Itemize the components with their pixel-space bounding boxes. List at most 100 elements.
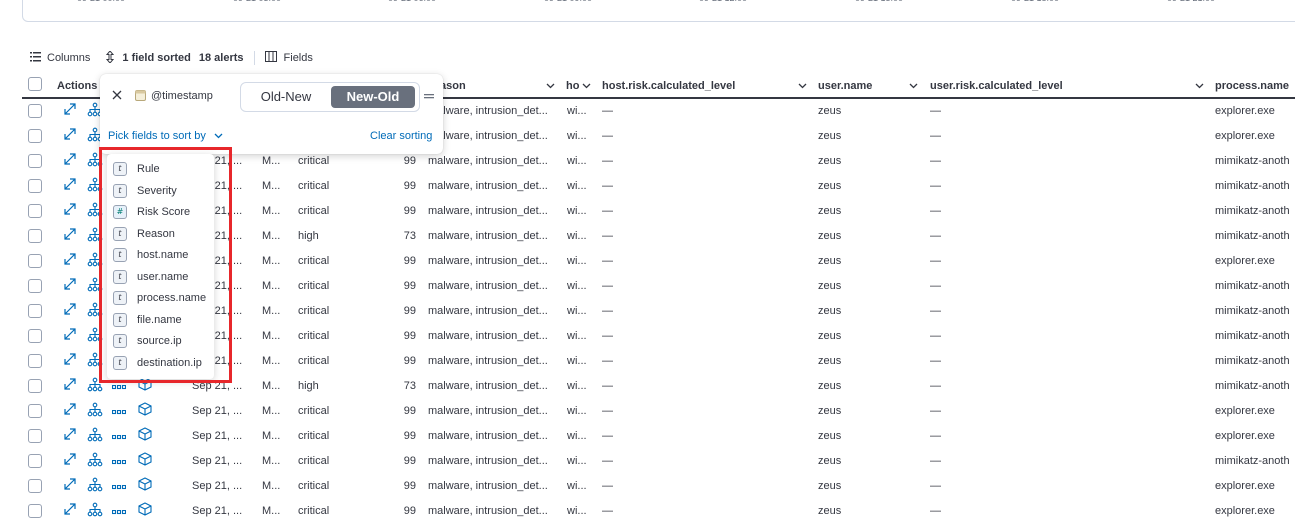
cell-user-name: zeus xyxy=(818,455,842,467)
expand-icon[interactable] xyxy=(63,177,79,193)
row-checkbox[interactable] xyxy=(28,104,42,118)
cell-user-risk: — xyxy=(930,155,941,167)
alerts-histogram-axis: 09-21 00:00 09-21 03:00 09-21 06:00 09-21 0… xyxy=(22,0,1295,22)
timeline-tick-label: 09-21 18:00 xyxy=(1005,0,1065,3)
cell-reason: malware, intrusion_det... xyxy=(428,305,548,317)
row-checkbox[interactable] xyxy=(28,379,42,393)
expand-icon[interactable] xyxy=(63,202,79,218)
pick-fields-button[interactable]: Pick fields to sort by xyxy=(108,130,223,142)
more-actions-icon[interactable] xyxy=(111,432,128,448)
more-actions-icon[interactable] xyxy=(111,382,128,398)
row-checkbox[interactable] xyxy=(28,279,42,293)
more-actions-icon[interactable] xyxy=(111,407,128,423)
row-checkbox[interactable] xyxy=(28,479,42,493)
header-label: user.name xyxy=(818,80,873,92)
column-header-user-risk[interactable]: user.risk.calculated_level xyxy=(930,76,1204,96)
session-view-icon[interactable] xyxy=(138,502,154,518)
analyze-event-icon[interactable] xyxy=(87,452,103,468)
expand-icon[interactable] xyxy=(63,477,79,493)
select-all-checkbox[interactable] xyxy=(28,77,42,91)
cell-host-name: wi... xyxy=(567,130,587,142)
analyze-event-icon[interactable] xyxy=(87,502,103,518)
expand-icon[interactable] xyxy=(63,352,79,368)
row-checkbox[interactable] xyxy=(28,129,42,143)
cell-user-risk: — xyxy=(930,330,941,342)
session-view-icon[interactable] xyxy=(138,402,154,418)
expand-icon[interactable] xyxy=(63,152,79,168)
chevron-down-icon[interactable] xyxy=(546,80,555,92)
row-checkbox[interactable] xyxy=(28,404,42,418)
expand-icon[interactable] xyxy=(63,252,79,268)
row-checkbox[interactable] xyxy=(28,454,42,468)
fields-button[interactable]: Fields xyxy=(264,51,313,65)
cell-host-risk: — xyxy=(602,105,613,117)
row-checkbox[interactable] xyxy=(28,329,42,343)
cell-process-name: mimikatz-anoth xyxy=(1215,455,1290,467)
session-view-icon[interactable] xyxy=(138,427,154,443)
session-view-icon[interactable] xyxy=(138,477,154,493)
cell-user-name: zeus xyxy=(818,230,842,242)
expand-icon[interactable] xyxy=(63,502,79,518)
drag-handle-icon[interactable] xyxy=(424,92,434,104)
close-icon[interactable] xyxy=(112,90,122,103)
expand-icon[interactable] xyxy=(63,227,79,243)
cell-risk-score: 99 xyxy=(403,505,416,517)
column-header-user-name[interactable]: user.name xyxy=(818,76,918,96)
columns-button[interactable]: Columns xyxy=(30,51,90,65)
cell-user-risk: — xyxy=(930,305,941,317)
expand-icon[interactable] xyxy=(63,427,79,443)
cell-timestamp: Sep 21, ... xyxy=(192,430,243,442)
expand-icon[interactable] xyxy=(63,277,79,293)
cell-reason: malware, intrusion_det... xyxy=(428,330,548,342)
cell-host-name: wi... xyxy=(567,405,587,417)
session-view-icon[interactable] xyxy=(138,452,154,468)
more-actions-icon[interactable] xyxy=(111,457,128,473)
expand-icon[interactable] xyxy=(63,102,79,118)
cell-risk-score: 99 xyxy=(403,330,416,342)
expand-icon[interactable] xyxy=(63,127,79,143)
cell-process-name: explorer.exe xyxy=(1215,505,1275,517)
row-checkbox[interactable] xyxy=(28,204,42,218)
clear-sorting-button[interactable]: Clear sorting xyxy=(370,130,432,142)
sort-new-old-option[interactable]: New-Old xyxy=(331,86,415,108)
column-header-reason[interactable]: ason xyxy=(440,76,555,96)
row-checkbox[interactable] xyxy=(28,179,42,193)
row-checkbox[interactable] xyxy=(28,229,42,243)
analyze-event-icon[interactable] xyxy=(87,427,103,443)
column-header-process-name[interactable]: process.name xyxy=(1215,76,1289,96)
expand-icon[interactable] xyxy=(63,327,79,343)
more-actions-icon[interactable] xyxy=(111,507,128,523)
chevron-down-icon[interactable] xyxy=(1195,80,1204,92)
sort-old-new-option[interactable]: Old-New xyxy=(245,86,327,108)
chevron-down-icon[interactable] xyxy=(582,80,591,92)
expand-icon[interactable] xyxy=(63,452,79,468)
cell-rule: M... xyxy=(262,480,281,492)
sort-direction-toggle: Old-New New-Old xyxy=(240,82,420,112)
cell-rule: M... xyxy=(262,230,281,242)
row-checkbox[interactable] xyxy=(28,304,42,318)
cell-host-name: wi... xyxy=(567,205,587,217)
expand-icon[interactable] xyxy=(63,402,79,418)
analyze-event-icon[interactable] xyxy=(87,477,103,493)
column-header-host-name[interactable]: ho xyxy=(566,76,591,96)
more-actions-icon[interactable] xyxy=(111,482,128,498)
cell-severity: critical xyxy=(298,280,330,292)
expand-icon[interactable] xyxy=(63,302,79,318)
chevron-down-icon[interactable] xyxy=(909,80,918,92)
analyze-event-icon[interactable] xyxy=(87,402,103,418)
row-checkbox[interactable] xyxy=(28,154,42,168)
row-checkbox[interactable] xyxy=(28,254,42,268)
cell-host-name: wi... xyxy=(567,480,587,492)
header-label: host.risk.calculated_level xyxy=(602,80,736,92)
row-checkbox[interactable] xyxy=(28,429,42,443)
toolbar-divider xyxy=(253,51,255,65)
pick-fields-label: Pick fields to sort by xyxy=(108,130,206,142)
cell-reason: malware, intrusion_det... xyxy=(428,230,548,242)
sort-fields-button[interactable]: 1 field sorted xyxy=(106,49,191,66)
row-checkbox[interactable] xyxy=(28,504,42,518)
row-checkbox[interactable] xyxy=(28,354,42,368)
column-header-host-risk[interactable]: host.risk.calculated_level xyxy=(602,76,807,96)
chevron-down-icon[interactable] xyxy=(798,80,807,92)
header-label: ason xyxy=(440,80,466,92)
expand-icon[interactable] xyxy=(63,377,79,393)
